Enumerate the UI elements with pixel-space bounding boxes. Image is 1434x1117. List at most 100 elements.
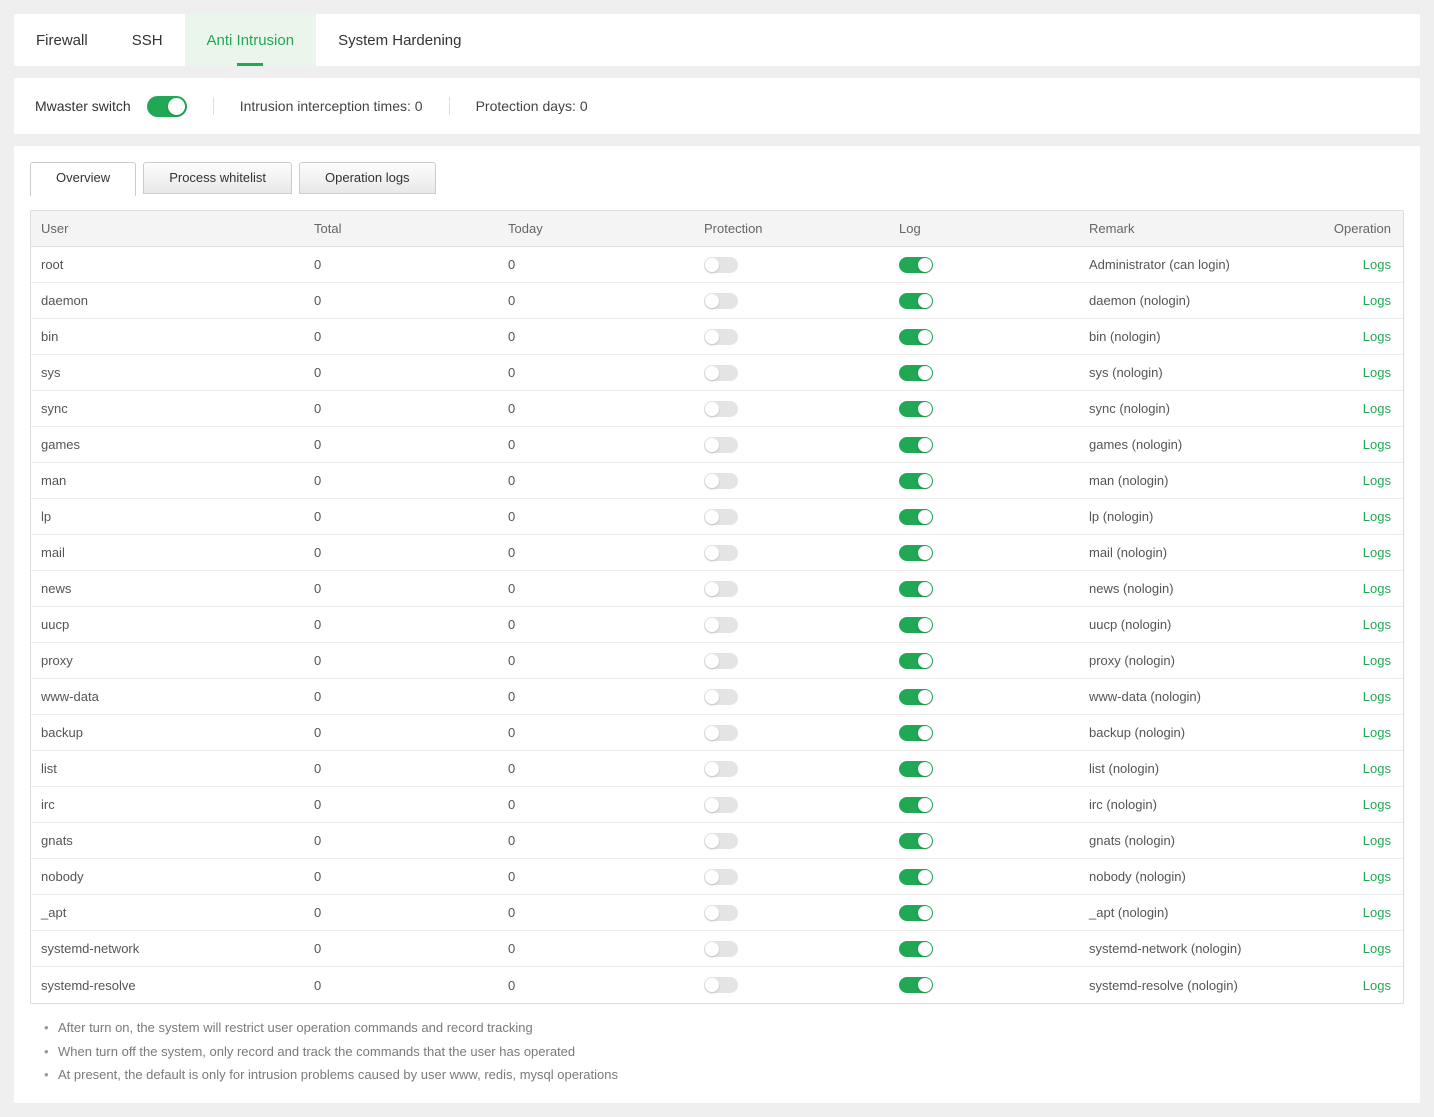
- protection-toggle[interactable]: [704, 365, 738, 381]
- protection-toggle[interactable]: [704, 833, 738, 849]
- log-toggle[interactable]: [899, 329, 933, 345]
- protection-toggle[interactable]: [704, 977, 738, 993]
- log-cell: [899, 292, 1089, 309]
- logs-link[interactable]: Logs: [1363, 329, 1391, 344]
- subtab-operation-logs[interactable]: Operation logs: [299, 162, 436, 194]
- logs-link[interactable]: Logs: [1363, 509, 1391, 524]
- protection-cell: [704, 940, 899, 957]
- operation-cell: Logs: [1301, 293, 1391, 308]
- logs-link[interactable]: Logs: [1363, 941, 1391, 956]
- logs-link[interactable]: Logs: [1363, 869, 1391, 884]
- protection-toggle[interactable]: [704, 761, 738, 777]
- logs-link[interactable]: Logs: [1363, 617, 1391, 632]
- logs-link[interactable]: Logs: [1363, 653, 1391, 668]
- protection-toggle[interactable]: [704, 905, 738, 921]
- log-toggle[interactable]: [899, 257, 933, 273]
- logs-link[interactable]: Logs: [1363, 473, 1391, 488]
- log-toggle[interactable]: [899, 725, 933, 741]
- total-cell: 0: [314, 761, 508, 776]
- today-cell: 0: [508, 329, 704, 344]
- log-toggle[interactable]: [899, 617, 933, 633]
- tab-anti-intrusion[interactable]: Anti Intrusion: [185, 14, 317, 66]
- log-toggle[interactable]: [899, 401, 933, 417]
- protection-toggle[interactable]: [704, 617, 738, 633]
- log-toggle[interactable]: [899, 941, 933, 957]
- logs-link[interactable]: Logs: [1363, 293, 1391, 308]
- logs-link[interactable]: Logs: [1363, 978, 1391, 993]
- logs-link[interactable]: Logs: [1363, 797, 1391, 812]
- master-switch-toggle[interactable]: [147, 96, 187, 117]
- log-cell: [899, 652, 1089, 669]
- logs-link[interactable]: Logs: [1363, 905, 1391, 920]
- log-toggle[interactable]: [899, 689, 933, 705]
- logs-link[interactable]: Logs: [1363, 761, 1391, 776]
- logs-link[interactable]: Logs: [1363, 689, 1391, 704]
- protection-toggle[interactable]: [704, 581, 738, 597]
- toggle-knob: [705, 726, 719, 740]
- logs-link[interactable]: Logs: [1363, 365, 1391, 380]
- today-cell: 0: [508, 978, 704, 993]
- protection-toggle[interactable]: [704, 797, 738, 813]
- protection-toggle[interactable]: [704, 293, 738, 309]
- user-cell: _apt: [41, 905, 314, 920]
- log-toggle[interactable]: [899, 365, 933, 381]
- protection-toggle[interactable]: [704, 941, 738, 957]
- sub-tab-bar: Overview Process whitelist Operation log…: [30, 162, 1404, 196]
- protection-cell: [704, 977, 899, 994]
- log-toggle[interactable]: [899, 473, 933, 489]
- log-toggle[interactable]: [899, 437, 933, 453]
- log-toggle[interactable]: [899, 509, 933, 525]
- tab-firewall[interactable]: Firewall: [14, 14, 110, 66]
- logs-link[interactable]: Logs: [1363, 545, 1391, 560]
- protection-toggle[interactable]: [704, 725, 738, 741]
- logs-link[interactable]: Logs: [1363, 257, 1391, 272]
- logs-link[interactable]: Logs: [1363, 833, 1391, 848]
- protection-toggle[interactable]: [704, 545, 738, 561]
- log-toggle[interactable]: [899, 653, 933, 669]
- remark-cell: mail (nologin): [1089, 545, 1301, 560]
- protection-toggle[interactable]: [704, 653, 738, 669]
- toggle-knob: [705, 258, 719, 272]
- operation-cell: Logs: [1301, 509, 1391, 524]
- total-cell: 0: [314, 329, 508, 344]
- log-toggle[interactable]: [899, 833, 933, 849]
- tab-system-hardening[interactable]: System Hardening: [316, 14, 483, 66]
- protection-toggle[interactable]: [704, 689, 738, 705]
- subtab-process-whitelist[interactable]: Process whitelist: [143, 162, 292, 194]
- remark-cell: irc (nologin): [1089, 797, 1301, 812]
- operation-cell: Logs: [1301, 545, 1391, 560]
- remark-cell: sync (nologin): [1089, 401, 1301, 416]
- log-cell: [899, 472, 1089, 489]
- user-cell: lp: [41, 509, 314, 524]
- protection-toggle[interactable]: [704, 329, 738, 345]
- logs-link[interactable]: Logs: [1363, 581, 1391, 596]
- log-toggle[interactable]: [899, 545, 933, 561]
- toggle-knob: [918, 870, 932, 884]
- log-toggle[interactable]: [899, 581, 933, 597]
- log-cell: [899, 977, 1089, 994]
- protection-cell: [704, 580, 899, 597]
- protection-toggle[interactable]: [704, 473, 738, 489]
- logs-link[interactable]: Logs: [1363, 725, 1391, 740]
- protection-toggle[interactable]: [704, 437, 738, 453]
- log-toggle[interactable]: [899, 869, 933, 885]
- today-cell: 0: [508, 509, 704, 524]
- log-toggle[interactable]: [899, 905, 933, 921]
- column-header-user: User: [41, 221, 314, 236]
- log-cell: [899, 868, 1089, 885]
- logs-link[interactable]: Logs: [1363, 401, 1391, 416]
- logs-link[interactable]: Logs: [1363, 437, 1391, 452]
- column-header-total: Total: [314, 221, 508, 236]
- subtab-overview[interactable]: Overview: [30, 162, 136, 196]
- protection-toggle[interactable]: [704, 257, 738, 273]
- protection-toggle[interactable]: [704, 869, 738, 885]
- log-cell: [899, 508, 1089, 525]
- protection-toggle[interactable]: [704, 509, 738, 525]
- log-toggle[interactable]: [899, 293, 933, 309]
- log-toggle[interactable]: [899, 977, 933, 993]
- log-toggle[interactable]: [899, 761, 933, 777]
- tab-ssh[interactable]: SSH: [110, 14, 185, 66]
- toggle-knob: [705, 906, 719, 920]
- log-toggle[interactable]: [899, 797, 933, 813]
- protection-toggle[interactable]: [704, 401, 738, 417]
